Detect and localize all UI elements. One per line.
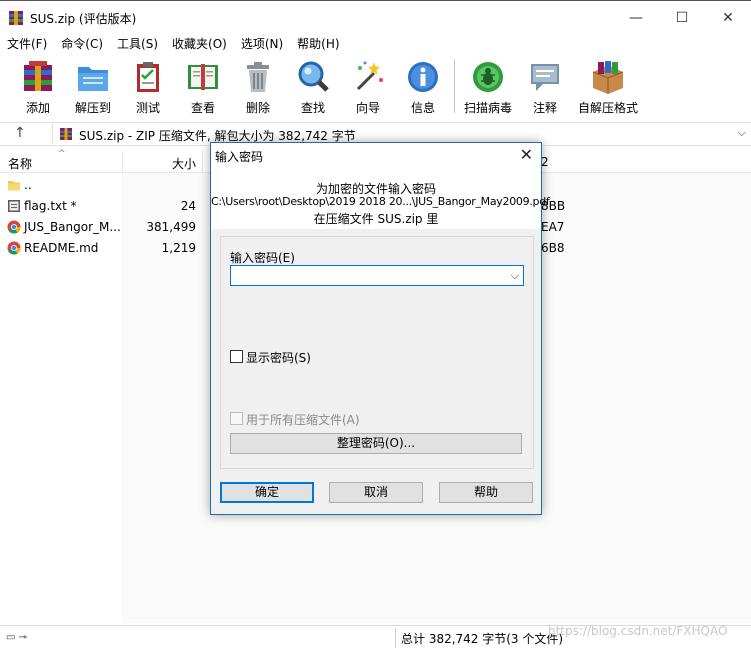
sfx-box-icon xyxy=(592,61,624,94)
comment-button[interactable]: 注释 xyxy=(515,57,575,117)
chrome-icon xyxy=(7,241,21,255)
file-crc: 6B8 xyxy=(541,241,565,255)
info-button[interactable]: 信息 xyxy=(393,57,453,117)
dialog-archive-name: 在压缩文件 SUS.zip 里 xyxy=(313,212,439,226)
password-input[interactable]: ⌵ xyxy=(230,265,524,286)
file-name: README.md xyxy=(24,241,99,255)
test-label: 测试 xyxy=(135,101,160,115)
address-dropdown-icon[interactable]: ⌵ xyxy=(738,126,746,140)
minimize-button[interactable]: — xyxy=(613,1,659,35)
maximize-icon: ☐ xyxy=(675,10,689,26)
text-file-icon xyxy=(8,200,20,212)
close-button[interactable]: ✕ xyxy=(705,1,751,35)
column-size[interactable]: 大小 xyxy=(172,155,196,172)
trash-icon xyxy=(247,62,269,92)
maximize-button[interactable]: ☐ xyxy=(659,1,705,35)
menu-tools[interactable]: 工具(S) xyxy=(110,35,165,53)
menu-help[interactable]: 帮助(H) xyxy=(290,35,346,53)
menu-favorites[interactable]: 收藏夹(O) xyxy=(165,35,234,53)
column-divider[interactable] xyxy=(202,151,203,173)
dialog-close-icon[interactable]: ✕ xyxy=(520,145,533,164)
virus-scan-button[interactable]: 扫描病毒 xyxy=(458,57,518,117)
folder-icon xyxy=(8,181,20,191)
extract-to-button[interactable]: 解压到 xyxy=(63,57,123,117)
help-button[interactable]: 帮助 xyxy=(439,482,533,503)
zip-archive-icon xyxy=(60,128,72,140)
test-clipboard-icon xyxy=(137,62,159,92)
dialog-file-path: C:\Users\root\Desktop\2019 2018 20...\JU… xyxy=(211,195,550,208)
add-archive-icon xyxy=(24,61,52,91)
sfx-label: 自解压格式 xyxy=(578,101,639,115)
file-name: flag.txt * xyxy=(24,199,77,213)
window-title: SUS.zip (评估版本) xyxy=(30,12,137,26)
delete-label: 删除 xyxy=(245,101,270,115)
dialog-header: 为加密的文件输入密码 C:\Users\root\Desktop\2019 20… xyxy=(211,167,550,229)
wizard-button[interactable]: 向导 xyxy=(338,57,398,117)
column-divider[interactable] xyxy=(122,151,123,173)
file-size: 1,219 xyxy=(161,241,196,255)
view-button[interactable]: 查看 xyxy=(173,57,233,117)
status-total: 总计 382,742 字节(3 个文件) xyxy=(401,632,564,646)
sort-ascending-icon: ^ xyxy=(58,149,66,159)
magnifier-icon xyxy=(298,61,329,92)
password-dropdown-icon[interactable]: ⌵ xyxy=(511,269,519,283)
view-book-icon xyxy=(188,64,218,90)
info-label: 信息 xyxy=(410,101,435,115)
toolbar: 添加 解压到 测试 查看 删除 查找 向导 信息 扫描病毒 注释 自解压格式 xyxy=(0,55,751,119)
extract-folder-icon xyxy=(78,67,108,91)
organize-passwords-button[interactable]: 整理密码(O)... xyxy=(230,433,522,454)
comment-label: 注释 xyxy=(532,101,557,115)
menu-commands[interactable]: 命令(C) xyxy=(54,35,110,53)
menu-bar: 文件(F) 命令(C) 工具(S) 收藏夹(O) 选项(N) 帮助(H) xyxy=(0,35,751,53)
column-crc[interactable]: 2 xyxy=(541,155,549,169)
virus-scan-icon xyxy=(473,62,503,92)
wizard-label: 向导 xyxy=(355,101,380,115)
virus-scan-label: 扫描病毒 xyxy=(463,101,512,115)
file-size: 381,499 xyxy=(146,220,196,234)
close-icon: ✕ xyxy=(722,10,734,26)
find-button[interactable]: 查找 xyxy=(283,57,343,117)
add-label: 添加 xyxy=(25,101,50,115)
file-name: JUS_Bangor_M... xyxy=(24,220,121,234)
menu-options[interactable]: 选项(N) xyxy=(234,35,290,53)
wizard-wand-icon xyxy=(356,61,383,91)
show-password-label[interactable]: 显示密码(S) xyxy=(246,349,311,366)
winrar-app-icon xyxy=(9,11,23,25)
use-for-all-label: 用于所有压缩文件(A) xyxy=(246,413,360,427)
chrome-icon xyxy=(7,220,21,234)
ok-button[interactable]: 确定 xyxy=(220,482,314,503)
winrar-window: SUS.zip (评估版本) — ☐ ✕ 文件(F) 命令(C) 工具(S) 收… xyxy=(0,0,751,649)
file-name: .. xyxy=(24,178,32,192)
watermark: https://blog.csdn.net/FXHQAO xyxy=(548,624,728,638)
up-folder-icon[interactable]: ↑ xyxy=(14,125,26,141)
title-bar: SUS.zip (评估版本) — ☐ ✕ xyxy=(0,1,751,35)
test-button[interactable]: 测试 xyxy=(118,57,178,117)
file-crc: EA7 xyxy=(541,220,565,234)
find-label: 查找 xyxy=(300,101,325,115)
dialog-group-box: 输入密码(E) ⌵ 显示密码(S) 用于所有压缩文件(A) 整理密码(O)... xyxy=(220,236,534,469)
column-name[interactable]: 名称 xyxy=(8,155,32,172)
menu-file[interactable]: 文件(F) xyxy=(0,35,54,53)
password-label: 输入密码(E) xyxy=(230,251,295,265)
show-password-checkbox[interactable] xyxy=(230,350,243,363)
info-icon xyxy=(408,62,438,92)
cancel-button[interactable]: 取消 xyxy=(329,482,423,503)
status-divider xyxy=(395,628,396,648)
view-label: 查看 xyxy=(190,101,215,115)
password-dialog: 输入密码 ✕ 为加密的文件输入密码 C:\Users\root\Desktop\… xyxy=(210,142,550,515)
status-key-icon[interactable]: ▭ ⊸ xyxy=(6,632,27,643)
comment-icon xyxy=(531,64,559,91)
use-for-all-checkbox[interactable] xyxy=(230,412,243,425)
delete-button[interactable]: 删除 xyxy=(228,57,288,117)
sfx-button[interactable]: 自解压格式 xyxy=(578,57,638,117)
toolbar-separator xyxy=(454,59,455,113)
add-button[interactable]: 添加 xyxy=(8,57,68,117)
dialog-title-bar: 输入密码 ✕ xyxy=(211,143,541,167)
extract-to-label: 解压到 xyxy=(74,101,111,115)
dialog-title: 输入密码 xyxy=(215,150,264,164)
minimize-icon: — xyxy=(629,10,643,26)
file-size: 24 xyxy=(180,199,196,213)
